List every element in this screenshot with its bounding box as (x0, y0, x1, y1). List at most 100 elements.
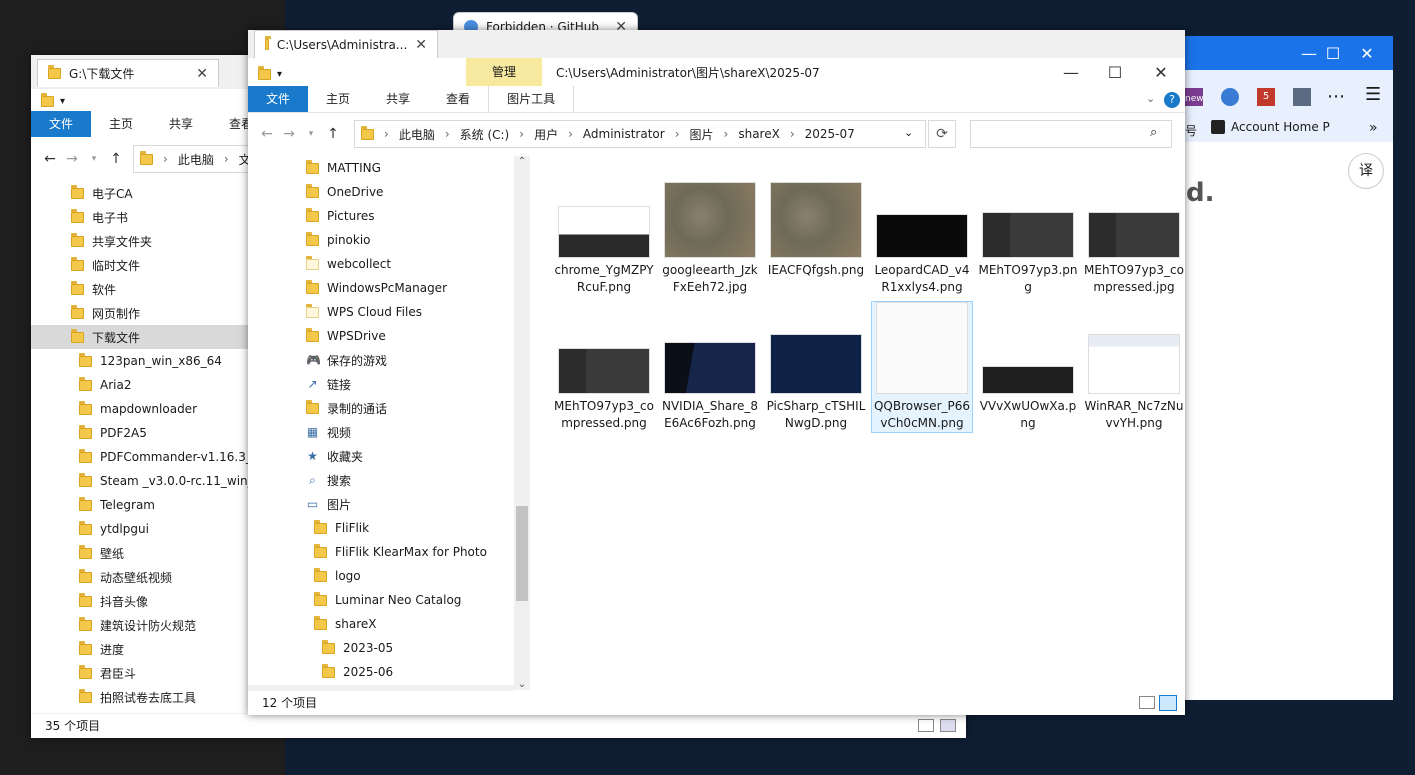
up-icon[interactable]: ↑ (322, 126, 344, 142)
extensions-icon[interactable] (1293, 88, 1311, 106)
breadcrumb-item[interactable]: 图片 (690, 126, 714, 143)
search-input[interactable] (970, 120, 1172, 148)
file-tab[interactable]: 文件 (31, 111, 92, 137)
up-icon[interactable]: ↑ (105, 151, 127, 167)
tree-item[interactable]: 建筑设计防火规范 (79, 613, 196, 637)
file-item[interactable]: MEhTO97yp3_compressed.jpg (1084, 166, 1184, 296)
tree-item[interactable]: logo (314, 564, 361, 588)
tree-item[interactable]: 网页制作 (71, 301, 140, 325)
close-icon[interactable]: ✕ (1138, 54, 1184, 90)
home-tab[interactable]: 主页 (91, 111, 151, 137)
tree-item[interactable]: 录制的通话 (306, 396, 387, 420)
refresh-button[interactable]: ⟳ (928, 120, 956, 148)
breadcrumb-item[interactable]: 2025-07 (805, 127, 855, 141)
breadcrumb-item[interactable]: 系统 (C:) (460, 126, 510, 143)
tree-item[interactable]: 123pan_win_x86_64 (79, 349, 222, 373)
tree-item[interactable]: 软件 (71, 277, 116, 301)
expand-ribbon-icon[interactable]: ⌄ (1146, 92, 1155, 105)
breadcrumb-item[interactable]: 此电脑 (178, 151, 214, 168)
tree-item[interactable]: webcollect (306, 252, 391, 276)
tree-item[interactable]: MATTING (306, 156, 381, 180)
tree-item[interactable]: 2023-05 (322, 636, 393, 660)
tree-item[interactable]: 2025-06 (322, 660, 393, 684)
share-tab[interactable]: 共享 (368, 86, 428, 112)
tree-item[interactable]: Pictures (306, 204, 375, 228)
scrollbar-thumb[interactable] (516, 506, 528, 601)
tree-item[interactable]: PDF2A5 (79, 421, 147, 445)
file-item[interactable]: LeopardCAD_v4R1xxlys4.png (872, 166, 972, 296)
file-item[interactable]: MEhTO97yp3_compressed.png (554, 302, 654, 432)
translate-button[interactable]: 译 (1348, 153, 1384, 189)
tree-item[interactable]: ⌕ 搜索 (306, 468, 351, 492)
close-tab-icon[interactable]: ✕ (196, 66, 208, 82)
forward-icon[interactable]: → (278, 126, 300, 142)
picture-tools-context[interactable]: 管理 (466, 58, 542, 86)
tree-item[interactable]: 君臣斗 (79, 661, 136, 685)
details-view-icon[interactable] (918, 719, 934, 732)
breadcrumb-item[interactable]: Administrator (583, 127, 665, 141)
address-dropdown-icon[interactable]: ⌄ (904, 126, 913, 139)
address-bar[interactable]: › 此电脑 › 系统 (C:) › 用户 › Administrator › 图片 › shareX ›… (354, 120, 926, 148)
help-icon[interactable]: ? (1164, 92, 1180, 108)
tree-item[interactable]: WindowsPcManager (306, 276, 447, 300)
recent-dropdown-icon[interactable]: ▾ (83, 154, 105, 164)
tree-item[interactable]: 🎮 保存的游戏 (306, 348, 387, 372)
forward-icon[interactable]: → (61, 151, 83, 167)
file-item[interactable]: PicSharp_cTSHILNwgD.png (766, 302, 866, 432)
tree-item[interactable]: Aria2 (79, 373, 131, 397)
file-item[interactable]: MEhTO97yp3.png (978, 166, 1078, 296)
back-icon[interactable]: ← (39, 151, 61, 167)
tree-item[interactable]: pinokio (306, 228, 371, 252)
recent-dropdown-icon[interactable]: ▾ (300, 129, 322, 139)
tree-item[interactable]: PDFCommander-v1.16.3_7 (79, 445, 260, 469)
tree-item[interactable]: 共享文件夹 (71, 229, 152, 253)
breadcrumb-item[interactable]: 此电脑 (399, 126, 435, 143)
tree-scrollbar[interactable]: ⌃ ⌄ (514, 156, 530, 690)
file-tab[interactable]: 文件 (248, 86, 309, 112)
tree-item[interactable]: 进度 (79, 637, 124, 661)
breadcrumb-item[interactable]: 用户 (534, 126, 558, 143)
tree-item[interactable]: 壁纸 (79, 541, 124, 565)
tree-item[interactable]: ★ 收藏夹 (306, 444, 363, 468)
tree-item[interactable]: 拍照试卷去底工具 (79, 685, 196, 709)
close-tab-icon[interactable]: ✕ (415, 37, 427, 53)
file-item[interactable]: QQBrowser_P66vCh0cMN.png (871, 301, 973, 433)
tree-item[interactable]: ytdlpgui (79, 517, 149, 541)
maximize-icon[interactable]: ☐ (1092, 54, 1138, 90)
tree-item[interactable]: FliFlik KlearMax for Photo (314, 540, 487, 564)
file-item[interactable]: VVvXwUOwXa.png (978, 302, 1078, 432)
tree-item[interactable]: shareX (314, 612, 376, 636)
home-tab[interactable]: 主页 (308, 86, 368, 112)
tree-item[interactable]: ▭ 图片 (306, 492, 351, 516)
earth-icon[interactable] (1221, 88, 1239, 106)
view-tab[interactable]: 查看 (428, 86, 488, 112)
file-item[interactable]: googleearth_JzkFxEeh72.jpg (660, 166, 760, 296)
badge-icon[interactable]: 5 (1257, 88, 1275, 106)
back-icon[interactable]: ← (256, 126, 278, 142)
file-item[interactable]: NVIDIA_Share_8E6Ac6Fozh.png (660, 302, 760, 432)
minimize-icon[interactable]: — (1048, 54, 1094, 90)
tree-item[interactable]: Telegram (79, 493, 155, 517)
tree-item[interactable]: OneDrive (306, 180, 383, 204)
scroll-down-icon[interactable]: ⌄ (514, 679, 530, 690)
tree-item[interactable]: 电子CA (71, 181, 133, 205)
menu-icon[interactable]: ☰ (1365, 84, 1381, 105)
account-home-bookmark[interactable]: Account Home P (1211, 120, 1330, 134)
picture-tools-tab[interactable]: 图片工具 (488, 86, 575, 112)
breadcrumb-item[interactable]: shareX (738, 127, 779, 141)
tree-item[interactable]: WPSDrive (306, 324, 386, 348)
tree-item[interactable]: Steam _v3.0.0-rc.11_win_x (79, 469, 261, 493)
bookmark-chevron-icon[interactable]: » (1369, 120, 1378, 136)
tree-item[interactable]: 临时文件 (71, 253, 140, 277)
share-tab[interactable]: 共享 (151, 111, 211, 137)
thumbnail-view-icon[interactable] (940, 719, 956, 732)
customize-icon[interactable]: ▾ (277, 69, 282, 80)
file-item[interactable]: IEACFQfgsh.png (766, 166, 866, 279)
search-icon[interactable]: ⌕ (1150, 125, 1157, 140)
file-item[interactable]: chrome_YgMZPYRcuF.png (554, 166, 654, 296)
tree-item[interactable]: WPS Cloud Files (306, 300, 422, 324)
tree-item[interactable]: ↗ 链接 (306, 372, 351, 396)
tree-item[interactable]: 电子书 (71, 205, 128, 229)
explorer-tab[interactable]: G:\下载文件 ✕ (37, 59, 219, 87)
more-icon[interactable]: ⋯ (1327, 86, 1345, 107)
